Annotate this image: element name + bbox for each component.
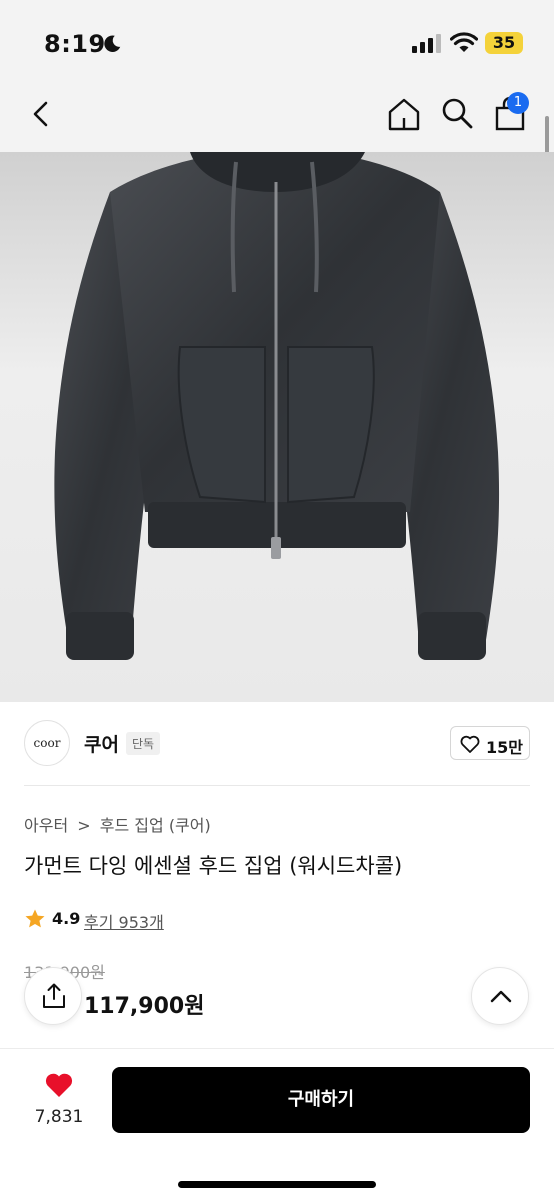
status-time: 8:19 <box>44 30 106 58</box>
share-button[interactable] <box>24 967 82 1025</box>
heart-outline-icon <box>460 735 480 753</box>
bottom-purchase-bar: 7,831 구매하기 <box>0 1048 554 1200</box>
product-title: 가먼트 다잉 에센셜 후드 집업 (워시드차콜) <box>24 854 403 878</box>
status-bar: 8:19 35 <box>0 0 554 88</box>
breadcrumb-separator: > <box>77 816 91 835</box>
moon-icon <box>104 35 121 52</box>
rating-value: 4.9 <box>52 909 81 928</box>
battery-indicator: 35 <box>485 32 523 54</box>
breadcrumb-category[interactable]: 아우터 <box>24 816 68 835</box>
brand-logo[interactable]: coor <box>24 720 70 766</box>
nav-bar: 1 <box>0 88 554 152</box>
chevron-up-icon <box>490 990 512 1003</box>
product-image[interactable] <box>0 152 554 702</box>
review-link[interactable]: 후기 953개 <box>84 909 164 933</box>
share-icon <box>43 983 65 1008</box>
brand-name[interactable]: 쿠어 <box>84 730 119 757</box>
breadcrumb-subcategory[interactable]: 후드 집업 (쿠어) <box>100 816 211 835</box>
cellular-signal-icon <box>412 34 441 53</box>
back-icon[interactable] <box>28 100 56 128</box>
search-icon[interactable] <box>440 96 474 130</box>
divider <box>24 785 530 786</box>
wish-count: 7,831 <box>34 1107 84 1127</box>
sale-price: 117,900원 <box>84 994 205 1019</box>
wifi-icon <box>450 32 478 52</box>
home-icon[interactable] <box>386 96 422 132</box>
hoodie-illustration <box>54 152 500 660</box>
brand-row: coor 쿠어 단독 15만 <box>0 712 554 774</box>
scroll-top-button[interactable] <box>471 967 529 1025</box>
exclusive-tag: 단독 <box>126 732 161 755</box>
star-icon <box>25 909 45 928</box>
brand-like-button[interactable]: 15만 <box>450 726 530 760</box>
heart-filled-icon[interactable] <box>44 1071 74 1099</box>
brand-like-count: 15만 <box>486 738 523 757</box>
home-indicator <box>178 1181 376 1188</box>
buy-button[interactable]: 구매하기 <box>112 1067 530 1133</box>
breadcrumb: 아우터 > 후드 집업 (쿠어) <box>24 812 215 836</box>
cart-count-badge: 1 <box>507 92 529 114</box>
